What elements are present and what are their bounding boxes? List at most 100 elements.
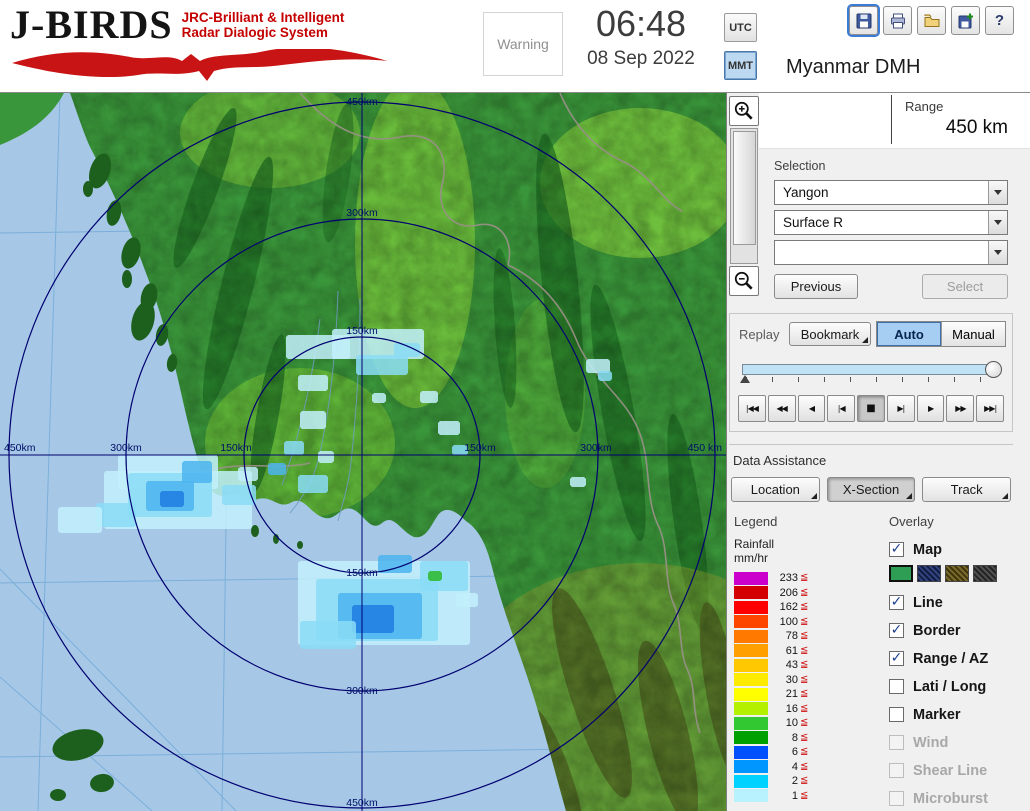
clock-time: 06:48 <box>595 3 687 44</box>
legend-value: 2 <box>791 775 798 788</box>
map-zoom-controls <box>728 96 759 296</box>
legend-value: 43 <box>785 659 798 672</box>
help-button[interactable]: ? <box>985 6 1014 35</box>
slider-start-marker-icon <box>740 375 750 383</box>
map-swatch[interactable] <box>945 565 969 582</box>
overlay-item-marker[interactable]: Marker <box>889 702 1022 727</box>
slider-handle[interactable] <box>985 361 1002 378</box>
overlay-title: Overlay <box>889 514 934 529</box>
legend-color-swatch <box>734 687 768 701</box>
product-dropdown[interactable]: Surface R <box>774 210 1008 235</box>
checkbox[interactable]: ✓ <box>889 623 904 638</box>
option-dropdown-value <box>775 241 988 264</box>
legend-row: 78 ≦ <box>734 629 881 644</box>
legend-value: 1 <box>791 789 798 802</box>
checkbox[interactable] <box>889 707 904 722</box>
legend-color-swatch <box>734 629 768 643</box>
zoom-in-button[interactable] <box>728 96 759 126</box>
product-dropdown-value: Surface R <box>783 215 844 230</box>
overlay-item-map[interactable]: ✓ Map <box>889 537 1022 562</box>
overlay-item-border[interactable]: ✓ Border <box>889 618 1022 643</box>
transport-button-4[interactable]: ■ <box>857 395 885 422</box>
radar-map[interactable]: 450km 300km 150km 150km 300km 450km 450k… <box>0 93 726 811</box>
legend-row: 10 ≦ <box>734 716 881 731</box>
svg-text:450km: 450km <box>346 797 378 809</box>
help-icon: ? <box>994 12 1005 29</box>
map-color-swatches <box>889 565 1022 584</box>
overlay-item-label: Shear Line <box>913 762 988 779</box>
overlay-item-lati-long[interactable]: Lati / Long <box>889 674 1022 699</box>
legend-row: 6 ≦ <box>734 745 881 760</box>
checkbox[interactable]: ✓ <box>889 542 904 557</box>
legend-value: 61 <box>785 644 798 657</box>
site-dropdown-arrow[interactable] <box>988 181 1007 204</box>
auto-mode-button[interactable]: Auto <box>877 322 941 346</box>
less-equal-icon: ≦ <box>800 572 809 584</box>
replay-time-slider[interactable] <box>740 361 1002 385</box>
transport-button-1[interactable]: ◀◀ <box>767 395 796 422</box>
transport-button-2[interactable]: ◀ <box>797 395 826 422</box>
slider-track[interactable] <box>742 364 992 375</box>
logo-subtitle-1: JRC-Brilliant & Intelligent <box>181 10 345 25</box>
svg-text:150km: 150km <box>346 325 378 337</box>
print-button[interactable] <box>883 6 912 35</box>
checkbox[interactable]: ✓ <box>889 651 904 666</box>
legend-value: 16 <box>785 702 798 715</box>
zoom-out-button[interactable] <box>728 266 759 296</box>
less-equal-icon: ≦ <box>800 789 809 801</box>
product-dropdown-arrow[interactable] <box>988 211 1007 234</box>
legend-color-swatch <box>734 600 768 614</box>
previous-button[interactable]: Previous <box>774 274 858 299</box>
checkbox[interactable]: ✓ <box>889 595 904 610</box>
import-button[interactable] <box>951 6 980 35</box>
checkbox[interactable] <box>889 679 904 694</box>
checkbox <box>889 735 904 750</box>
open-folder-button[interactable] <box>917 6 946 35</box>
option-dropdown-arrow[interactable] <box>988 241 1007 264</box>
open-folder-icon <box>924 14 939 27</box>
overlay-item-line[interactable]: ✓ Line <box>889 590 1022 615</box>
less-equal-icon: ≦ <box>800 601 809 613</box>
legend-color-swatch <box>734 644 768 658</box>
legend-row: 206 ≦ <box>734 586 881 601</box>
transport-button-6[interactable]: ▶ <box>916 395 945 422</box>
location-button[interactable]: Location <box>731 477 820 502</box>
selection-section: Selection Yangon Surface R Previous Sele… <box>774 159 1008 299</box>
mmt-button[interactable]: MMT <box>724 51 757 80</box>
transport-button-3[interactable]: |◀ <box>827 395 856 422</box>
transport-button-5[interactable]: ▶| <box>886 395 915 422</box>
legend-row: 233 ≦ <box>734 571 881 586</box>
utc-button[interactable]: UTC <box>724 13 757 42</box>
map-swatch[interactable] <box>917 565 941 582</box>
map-swatch[interactable] <box>889 565 913 582</box>
select-button[interactable]: Select <box>922 274 1008 299</box>
legend-title: Legend <box>734 514 778 529</box>
track-button[interactable]: Track <box>922 477 1012 502</box>
print-icon <box>890 13 905 28</box>
overlay-item-label: Border <box>913 622 961 639</box>
legend-value: 100 <box>779 615 798 628</box>
selection-label: Selection <box>774 159 826 173</box>
x-section-button[interactable]: X-Section <box>826 477 916 502</box>
zoom-slider[interactable] <box>729 128 758 264</box>
bookmark-button[interactable]: Bookmark <box>789 322 871 346</box>
zoom-slider-thumb[interactable] <box>732 131 756 245</box>
option-dropdown[interactable] <box>774 240 1008 265</box>
less-equal-icon: ≦ <box>800 717 809 729</box>
overlay-item-range-az[interactable]: ✓ Range / AZ <box>889 646 1022 671</box>
save-button[interactable] <box>847 4 880 37</box>
control-panel: Range 450 km Selection Yangon Surface R … <box>726 93 1030 811</box>
legend-value: 162 <box>779 601 798 614</box>
transport-button-0[interactable]: |◀◀ <box>738 395 766 422</box>
legend-row: 61 ≦ <box>734 644 881 659</box>
less-equal-icon: ≦ <box>800 775 809 787</box>
transport-button-8[interactable]: ▶▶| <box>976 395 1005 422</box>
map-swatch[interactable] <box>973 565 997 582</box>
eagle-logo-icon <box>12 49 388 81</box>
manual-mode-button[interactable]: Manual <box>941 322 1005 346</box>
legend-value: 78 <box>785 630 798 643</box>
legend-color-swatch <box>734 615 768 629</box>
transport-button-7[interactable]: ▶▶ <box>946 395 975 422</box>
legend-value: 206 <box>779 586 798 599</box>
site-dropdown[interactable]: Yangon <box>774 180 1008 205</box>
